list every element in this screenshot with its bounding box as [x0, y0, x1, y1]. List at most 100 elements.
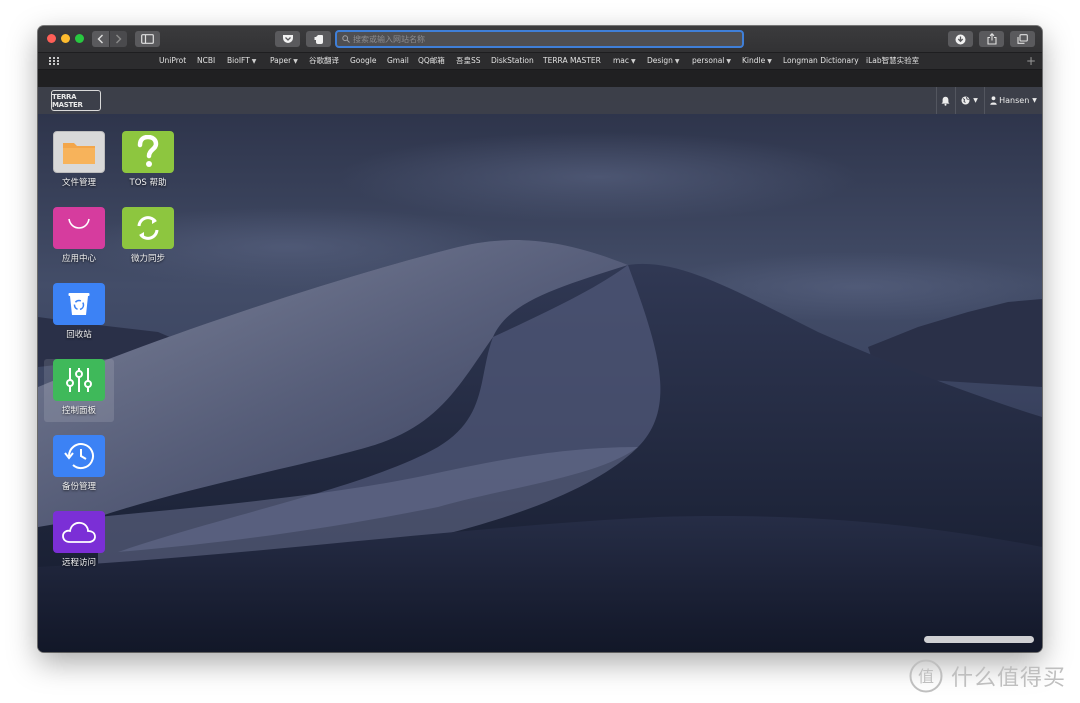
terramaster-logo: TERRA MASTER — [51, 90, 101, 111]
bookmark-label: Gmail — [387, 56, 409, 65]
app-recycle-bin[interactable]: 回收站 — [44, 283, 114, 340]
bookmark-longman-dictionary[interactable]: Longman Dictionary — [783, 56, 859, 66]
user-menu-button[interactable]: Hansen ▼ — [984, 87, 1042, 114]
desert-wallpaper — [38, 87, 1042, 652]
downloads-button[interactable] — [948, 31, 973, 47]
bookmark-ilab[interactable]: iLab智慧实验室 — [866, 56, 919, 66]
backup-manager-tile — [53, 435, 105, 477]
language-menu-button[interactable]: ▼ — [955, 87, 983, 114]
window-minimize-button[interactable] — [61, 34, 70, 43]
bookmark-label: Longman Dictionary — [783, 56, 859, 65]
horizontal-scrollbar[interactable] — [924, 636, 1034, 643]
forward-button[interactable] — [110, 31, 127, 47]
bookmark-label: Kindle — [742, 56, 766, 65]
app-label: 文件管理 — [61, 178, 96, 188]
app-verysync[interactable]: 微力同步 — [113, 207, 183, 264]
sidebar-toggle-button[interactable] — [135, 31, 160, 47]
sliders-icon — [66, 368, 92, 392]
chevron-down-icon: ▼ — [251, 58, 257, 65]
window-close-button[interactable] — [47, 34, 56, 43]
app-label: 备份管理 — [61, 482, 96, 492]
chevron-down-icon: ▼ — [631, 58, 636, 65]
bell-icon — [941, 96, 950, 106]
bookmark-folder-bioift[interactable]: BioIFT ▼ — [227, 56, 256, 67]
app-center-tile — [53, 207, 105, 249]
back-button[interactable] — [92, 31, 109, 47]
remote-access-tile — [53, 511, 105, 553]
app-remote-access[interactable]: 远程访问 — [44, 511, 114, 568]
search-icon — [342, 35, 350, 43]
bookmark-label: UniProt — [159, 56, 187, 65]
address-input[interactable] — [353, 34, 733, 44]
download-icon — [955, 34, 966, 44]
sync-icon — [137, 216, 159, 240]
share-button[interactable] — [979, 31, 1004, 47]
app-label: 回收站 — [66, 330, 92, 340]
history-clock-icon — [64, 443, 94, 470]
chevron-down-icon: ▼ — [674, 58, 680, 65]
bookmark-uniprot[interactable]: UniProt — [159, 56, 186, 66]
bookmark-label: DiskStation — [491, 56, 534, 65]
bookmark-qq-mail[interactable]: QQ邮箱 — [418, 56, 445, 66]
window-fullscreen-button[interactable] — [75, 34, 84, 43]
notifications-button[interactable] — [936, 87, 954, 114]
tos-help-tile — [122, 131, 174, 173]
bookmark-label: personal — [692, 56, 725, 65]
bookmark-folder-kindle[interactable]: Kindle ▼ — [742, 56, 772, 67]
nas-desktop: TERRA MASTER ▼ Hansen ▼ 文件管理 TOS 帮助 应用中心… — [38, 87, 1042, 652]
app-label: 远程访问 — [61, 558, 96, 568]
address-bar[interactable] — [335, 30, 744, 48]
bookmark-label: TERRA MASTER — [543, 56, 601, 65]
bookmark-label: iLab智慧实验室 — [866, 56, 920, 65]
bookmark-label: BioIFT — [227, 56, 250, 65]
shopping-bag-icon — [68, 218, 90, 229]
share-icon — [986, 33, 997, 45]
pocket-button[interactable] — [275, 31, 300, 47]
evernote-button[interactable] — [306, 31, 331, 47]
app-file-manager[interactable]: 文件管理 — [44, 131, 114, 188]
bookmark-ncbi[interactable]: NCBI — [197, 56, 215, 66]
browser-toolbar — [38, 26, 1042, 52]
app-control-panel[interactable]: 控制面板 — [44, 359, 114, 422]
chevron-right-icon — [116, 34, 122, 44]
chevron-down-icon: ▼ — [1032, 97, 1037, 104]
bookmark-google[interactable]: Google — [350, 56, 376, 66]
bookmark-folder-design[interactable]: Design ▼ — [647, 56, 680, 67]
bookmark-label: mac — [613, 56, 630, 65]
sidebar-icon — [141, 34, 154, 44]
recycle-bin-icon — [68, 293, 90, 315]
user-name: Hansen — [999, 96, 1030, 105]
bookmark-label: NCBI — [197, 56, 216, 65]
bookmark-terra-master[interactable]: TERRA MASTER — [543, 56, 601, 66]
app-label: 控制面板 — [61, 406, 96, 416]
grid-icon[interactable] — [49, 57, 59, 65]
question-icon — [137, 135, 159, 167]
bookmark-wuhuang-ss[interactable]: 吾皇SS — [456, 56, 481, 66]
bookmark-folder-mac[interactable]: mac ▼ — [613, 56, 636, 67]
control-panel-tile — [53, 359, 105, 401]
app-app-center[interactable]: 应用中心 — [44, 207, 114, 264]
evernote-icon — [314, 34, 323, 44]
bookmarks-bar: UniProt NCBI BioIFT ▼ Paper ▼ 谷歌翻译 Google … — [38, 52, 1042, 70]
page-top-strip — [38, 70, 1042, 87]
app-label: 应用中心 — [61, 254, 96, 264]
bookmark-folder-personal[interactable]: personal ▼ — [692, 56, 731, 67]
bookmark-gmail[interactable]: Gmail — [387, 56, 409, 66]
watermark-text: 什么值得买 — [951, 666, 1067, 691]
chevron-down-icon: ▼ — [726, 58, 732, 65]
chevron-down-icon: ▼ — [293, 58, 298, 65]
add-bookmark-button[interactable]: + — [1026, 54, 1036, 68]
watermark-symbol: 值 — [918, 667, 934, 686]
chevron-down-icon: ▼ — [973, 97, 978, 104]
cloud-icon — [62, 521, 96, 543]
bookmark-label: Google — [350, 56, 377, 65]
smzdm-logo-icon: 值 — [909, 659, 943, 693]
bookmark-google-translate[interactable]: 谷歌翻译 — [309, 56, 339, 66]
app-tos-help[interactable]: TOS 帮助 — [113, 131, 183, 188]
bookmark-folder-paper[interactable]: Paper ▼ — [270, 56, 298, 67]
watermark: 值 什么值得买 — [909, 659, 1066, 693]
bookmark-label: 吾皇SS — [456, 56, 481, 65]
app-backup-manager[interactable]: 备份管理 — [44, 435, 114, 492]
show-tabs-button[interactable] — [1010, 31, 1035, 47]
bookmark-diskstation[interactable]: DiskStation — [491, 56, 534, 66]
